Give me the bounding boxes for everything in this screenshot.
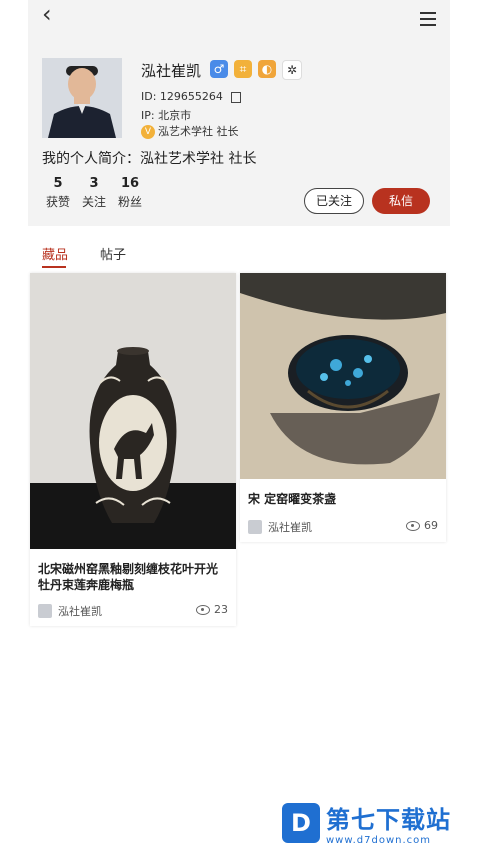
post-title[interactable]: 宋 定窑曜变茶盏 bbox=[248, 491, 438, 507]
followed-button[interactable]: 已关注 bbox=[304, 188, 364, 214]
copy-icon[interactable] bbox=[230, 91, 241, 103]
avatar[interactable] bbox=[42, 58, 122, 138]
post-title[interactable]: 北宋磁州窑黑釉剔刻缠枝花叶开光牡丹束莲奔鹿梅瓶 bbox=[38, 561, 228, 593]
verified-icon: V bbox=[141, 125, 155, 139]
user-ip: IP: 北京市 bbox=[141, 109, 192, 122]
post-author-name: 泓社崔凯 bbox=[58, 605, 102, 618]
author-avatar bbox=[38, 604, 52, 618]
stat-likes-label: 获赞 bbox=[46, 195, 71, 209]
post-card[interactable]: 北宋磁州窑黑釉剔刻缠枝花叶开光牡丹束莲奔鹿梅瓶 泓社崔凯 23 bbox=[30, 273, 236, 626]
stat-fans[interactable]: 16 粉丝 bbox=[118, 176, 142, 210]
post-views: 23 bbox=[196, 603, 228, 616]
male-icon: ♂ bbox=[210, 60, 228, 78]
author-avatar bbox=[248, 520, 262, 534]
stat-likes-count: 5 bbox=[53, 176, 63, 191]
stat-following-label: 关注 bbox=[82, 195, 107, 209]
post-views-count: 69 bbox=[424, 519, 438, 532]
message-button[interactable]: 私信 bbox=[372, 188, 430, 214]
profile-header: ‹ 泓社崔凯 ♂ ⌗ ◐ ✲ ID: 129655264 IP: 北京市 V 泓… bbox=[28, 0, 450, 226]
active-tab-indicator bbox=[42, 266, 66, 268]
level-badge-icon: ⌗ bbox=[234, 60, 252, 78]
post-image-tea-bowl bbox=[240, 273, 446, 479]
stat-fans-label: 粉丝 bbox=[118, 195, 143, 209]
post-views-count: 23 bbox=[214, 603, 228, 616]
post-author-name: 泓社崔凯 bbox=[268, 521, 312, 534]
post-author[interactable]: 泓社崔凯 bbox=[248, 519, 312, 535]
ornament-badge-icon: ✲ bbox=[282, 60, 302, 80]
user-org: 泓艺术学社 社长 bbox=[158, 125, 239, 138]
stat-fans-count: 16 bbox=[120, 176, 140, 191]
user-id: ID: 129655264 bbox=[141, 90, 223, 103]
stat-following-count: 3 bbox=[89, 176, 99, 191]
medal-badge-icon: ◐ bbox=[258, 60, 276, 78]
menu-icon[interactable] bbox=[420, 12, 436, 30]
profile-page: ‹ 泓社崔凯 ♂ ⌗ ◐ ✲ ID: 129655264 IP: 北京市 V 泓… bbox=[28, 0, 450, 850]
user-intro: 我的个人简介：泓社艺术学社 社长 bbox=[42, 151, 257, 167]
eye-icon bbox=[196, 604, 210, 615]
back-icon[interactable]: ‹ bbox=[42, 2, 52, 26]
site-watermark: D 第七下载站 www.d7down.com bbox=[282, 800, 451, 846]
user-org-row: V 泓艺术学社 社长 bbox=[141, 123, 239, 139]
watermark-url: www.d7down.com bbox=[326, 835, 432, 846]
watermark-logo-icon: D bbox=[282, 803, 320, 843]
eye-icon bbox=[406, 520, 420, 531]
tab-posts[interactable]: 帖子 bbox=[100, 244, 126, 263]
tab-collections[interactable]: 藏品 bbox=[42, 244, 68, 263]
post-image-vase bbox=[30, 273, 236, 549]
post-author[interactable]: 泓社崔凯 bbox=[38, 603, 102, 619]
user-id-row: ID: 129655264 bbox=[141, 90, 241, 103]
post-views: 69 bbox=[406, 519, 438, 532]
stat-following[interactable]: 3 关注 bbox=[82, 176, 106, 210]
stat-likes[interactable]: 5 获赞 bbox=[46, 176, 70, 210]
post-card[interactable]: 宋 定窑曜变茶盏 泓社崔凯 69 bbox=[240, 273, 446, 542]
watermark-title: 第七下载站 bbox=[326, 806, 451, 834]
badge-row: ♂ ⌗ ◐ ✲ bbox=[210, 60, 302, 80]
user-name: 泓社崔凯 bbox=[141, 62, 202, 80]
